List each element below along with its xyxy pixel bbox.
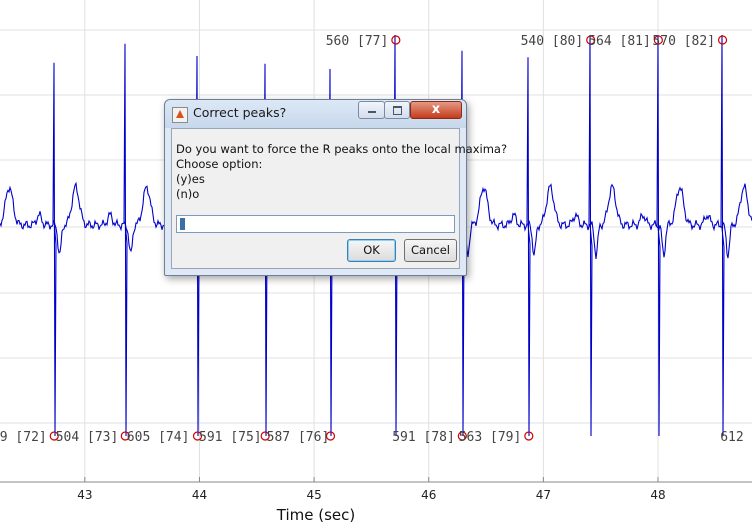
peak-label: 570 [82] <box>652 34 715 49</box>
prompt-question: Do you want to force the R peaks onto th… <box>176 142 508 156</box>
matlab-app-icon <box>172 107 188 123</box>
peak-label: 9 [72] <box>0 430 47 445</box>
prompt-option-yes: (y)es <box>176 172 205 186</box>
peak-label: 605 [74] <box>127 430 190 445</box>
x-tick-label: 43 <box>77 488 92 502</box>
dialog-body: Do you want to force the R peaks onto th… <box>171 128 507 269</box>
x-tick-label: 47 <box>536 488 551 502</box>
close-button[interactable]: x <box>410 101 462 119</box>
peak-label: 563 [79] <box>459 430 522 445</box>
axis-background <box>0 482 752 525</box>
peak-label: 587 [76] <box>267 430 330 445</box>
x-tick-label: 46 <box>421 488 436 502</box>
x-tick-label: 45 <box>306 488 321 502</box>
minimize-button[interactable] <box>358 101 385 119</box>
peak-label: 560 [77] <box>326 34 389 49</box>
x-axis-label: Time (sec) <box>276 506 355 524</box>
cancel-button[interactable]: Cancel <box>404 239 457 262</box>
peak-marker <box>391 35 401 45</box>
prompt-option-no: (n)o <box>176 187 200 201</box>
dialog-title: Correct peaks? <box>193 105 287 120</box>
maximize-button[interactable] <box>384 101 410 119</box>
prompt-choose-option: Choose option: <box>176 157 263 171</box>
peak-label: 504 [73] <box>56 430 119 445</box>
ok-button[interactable]: OK <box>347 239 396 262</box>
dialog-titlebar[interactable]: Correct peaks? x <box>165 100 466 128</box>
text-cursor <box>180 218 185 230</box>
answer-input[interactable] <box>176 215 455 233</box>
correct-peaks-dialog: Correct peaks? x Do you want to force th… <box>164 99 507 276</box>
peak-label: 540 [80] <box>521 34 584 49</box>
x-tick-label: 48 <box>650 488 665 502</box>
x-tick-label: 44 <box>192 488 207 502</box>
peak-label: 564 [81] <box>588 34 651 49</box>
peak-label: 591 [78] <box>392 430 455 445</box>
close-icon: x <box>431 102 441 117</box>
peak-label: 591 [75] <box>199 430 262 445</box>
peak-label: 612 <box>720 430 743 445</box>
